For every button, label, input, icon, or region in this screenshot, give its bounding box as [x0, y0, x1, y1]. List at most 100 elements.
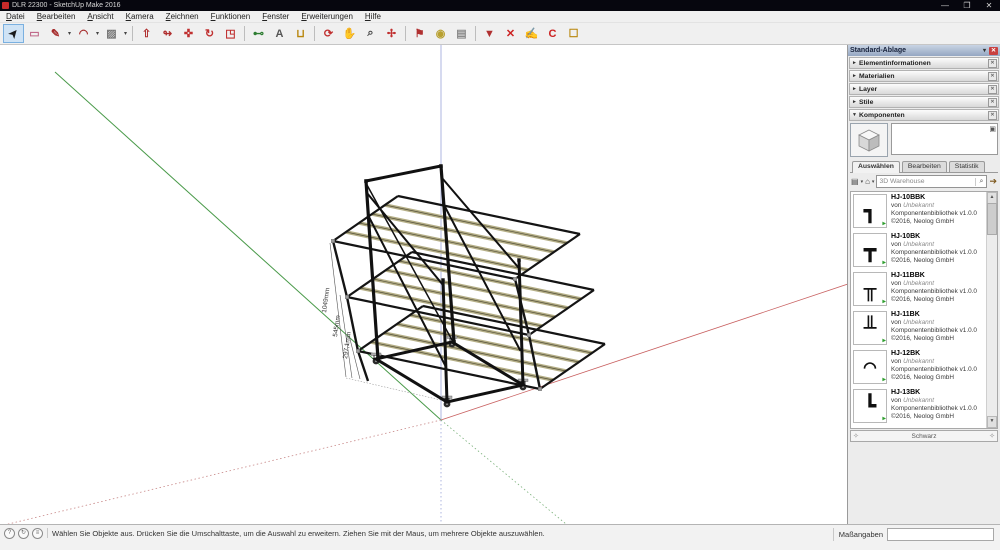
- select-tool[interactable]: ➤: [3, 24, 24, 43]
- section-close-icon[interactable]: ✕: [988, 111, 997, 120]
- menu-funktionen[interactable]: Funktionen: [205, 11, 257, 22]
- tab-bearbeiten[interactable]: Bearbeiten: [902, 161, 947, 172]
- eraser-tool[interactable]: ▭: [24, 24, 45, 43]
- dynamic-component-icon: ▶: [882, 299, 886, 305]
- zoom-tool[interactable]: ⌕: [360, 24, 381, 43]
- menu-fenster[interactable]: Fenster: [256, 11, 295, 22]
- rotate-tool[interactable]: ↻: [199, 24, 220, 43]
- section-close-icon[interactable]: ✕: [988, 85, 997, 94]
- section-close-icon[interactable]: ✕: [988, 59, 997, 68]
- dimension-icon: A: [276, 28, 284, 40]
- scroll-down-icon[interactable]: ▼: [987, 416, 997, 428]
- list-item[interactable]: ╥▶HJ-11BBKvon UnbekanntKomponentenbiblio…: [851, 270, 987, 309]
- section-layer[interactable]: ►Layer✕: [849, 83, 999, 95]
- window-controls: —❐✕: [934, 0, 1000, 11]
- line-tool-dropdown-icon[interactable]: ▾: [66, 30, 73, 37]
- section-elementinformationen[interactable]: ►Elementinformationen✕: [849, 57, 999, 69]
- plugin-note-button[interactable]: ✍: [521, 24, 542, 43]
- component-name: HJ-11BBK: [891, 272, 977, 280]
- section-materialien[interactable]: ►Materialien✕: [849, 70, 999, 82]
- list-item[interactable]: ┗▶HJ-13BKvon UnbekanntKomponentenbibliot…: [851, 387, 987, 426]
- rectangle-tool-dropdown-icon[interactable]: ▾: [122, 30, 129, 37]
- orbit-hint-icon[interactable]: ↻: [18, 528, 29, 539]
- search-icon[interactable]: ⌕: [975, 178, 986, 186]
- component-library: Komponentenbibliothek v1.0.0: [891, 405, 977, 413]
- list-scrollbar[interactable]: ▲ ▼: [986, 192, 997, 428]
- menu-hilfe[interactable]: Hilfe: [359, 11, 387, 22]
- warehouse-search-input[interactable]: 3D Warehouse ⌕: [876, 175, 987, 188]
- pushpull-tool[interactable]: ⇧: [136, 24, 157, 43]
- section-komponenten[interactable]: ▼ Komponenten ✕: [849, 109, 999, 121]
- menu-erweiterungen[interactable]: Erweiterungen: [295, 11, 359, 22]
- title-bar: DLR 22300 - SketchUp Make 2016 —❐✕: [0, 0, 1000, 11]
- pan-tool[interactable]: ✋: [339, 24, 360, 43]
- list-item[interactable]: ┓▶HJ-10BBKvon UnbekanntKomponentenbiblio…: [851, 192, 987, 231]
- plugin-delete-button[interactable]: ✕: [500, 24, 521, 43]
- home-caret-icon[interactable]: ▾: [872, 179, 875, 185]
- tray-close-icon[interactable]: ✕: [989, 47, 998, 55]
- eraser-icon: ▭: [29, 27, 39, 40]
- component-library: Komponentenbibliothek v1.0.0: [891, 366, 977, 374]
- arc-tool-dropdown-icon[interactable]: ▾: [94, 30, 101, 37]
- view-options-icon[interactable]: ▤: [851, 177, 859, 187]
- footer-next-icon[interactable]: ✧: [989, 432, 995, 441]
- maximize-button[interactable]: ❐: [956, 0, 978, 11]
- orbit-tool[interactable]: ⟳: [318, 24, 339, 43]
- component-thumbnail: ┗▶: [853, 389, 887, 423]
- section-close-icon[interactable]: ✕: [988, 98, 997, 107]
- minimize-button[interactable]: —: [934, 0, 956, 11]
- dimension-tool[interactable]: A: [269, 24, 290, 43]
- drawing-axes: [0, 45, 847, 524]
- move-tool[interactable]: ✜: [178, 24, 199, 43]
- rectangle-tool[interactable]: ▨: [101, 24, 122, 43]
- rectangle-icon: ▨: [106, 27, 116, 40]
- list-item[interactable]: ┳▶HJ-10BKvon UnbekanntKomponentenbibliot…: [851, 231, 987, 270]
- followme-tool[interactable]: ↬: [157, 24, 178, 43]
- section-stile[interactable]: ►Stile✕: [849, 96, 999, 108]
- toolbar-separator: [244, 26, 245, 41]
- list-item[interactable]: ╨▶HJ-11BKvon UnbekanntKomponentenbibliot…: [851, 309, 987, 348]
- view-options-caret-icon[interactable]: ▾: [861, 179, 864, 185]
- dynamic-component-icon: ▶: [882, 416, 886, 422]
- section-label: Layer: [859, 86, 877, 93]
- plugin-dropdown-icon: ▼: [484, 28, 495, 40]
- position-camera-tool[interactable]: ⚑: [409, 24, 430, 43]
- paint-bucket-tool[interactable]: ⊔: [290, 24, 311, 43]
- close-button[interactable]: ✕: [978, 0, 1000, 11]
- plugin-c-button[interactable]: C: [542, 24, 563, 43]
- component-name: HJ-13BK: [891, 389, 977, 397]
- menu-ansicht[interactable]: Ansicht: [81, 11, 119, 22]
- model-viewport[interactable]: 1049mm 545mm 297,1mm: [0, 45, 848, 524]
- orbit-icon: ⟳: [324, 27, 333, 40]
- menu-zeichnen[interactable]: Zeichnen: [160, 11, 205, 22]
- scale-tool[interactable]: ◳: [220, 24, 241, 43]
- tab-auswählen[interactable]: Auswählen: [852, 161, 900, 173]
- look-around-tool[interactable]: ◉: [430, 24, 451, 43]
- instructor-icon[interactable]: ≡: [32, 528, 43, 539]
- home-icon[interactable]: ⌂: [865, 177, 870, 187]
- measurements-input[interactable]: [887, 528, 994, 541]
- line-tool[interactable]: ✎: [45, 24, 66, 43]
- arc-tool[interactable]: ◠: [73, 24, 94, 43]
- scrollbar-thumb[interactable]: [987, 203, 997, 235]
- menu-datei[interactable]: Datei: [0, 11, 31, 22]
- navigate-arrow-icon[interactable]: ➔: [989, 176, 997, 187]
- tray-autohide-icon[interactable]: ▾: [980, 47, 989, 55]
- tape-measure-tool[interactable]: ⊷: [248, 24, 269, 43]
- list-item[interactable]: ◠▶HJ-12BKvon UnbekanntKomponentenbibliot…: [851, 348, 987, 387]
- plugin-dropdown-button[interactable]: ▼: [479, 24, 500, 43]
- menu-kamera[interactable]: Kamera: [120, 11, 160, 22]
- plugin-box-button[interactable]: ☐: [563, 24, 584, 43]
- cube-icon: [857, 128, 881, 152]
- component-name-icon[interactable]: ▣: [989, 125, 996, 133]
- line-icon: ✎: [51, 27, 60, 40]
- zoom-extents-tool[interactable]: ✢: [381, 24, 402, 43]
- tab-statistik[interactable]: Statistik: [949, 161, 985, 172]
- section-close-icon[interactable]: ✕: [988, 72, 997, 81]
- component-name-field[interactable]: ▣: [891, 123, 998, 155]
- plugin-delete-icon: ✕: [506, 27, 515, 40]
- help-icon[interactable]: ?: [4, 528, 15, 539]
- walk-tool[interactable]: ▤: [451, 24, 472, 43]
- menu-bearbeiten[interactable]: Bearbeiten: [31, 11, 82, 22]
- component-name: HJ-11BK: [891, 311, 977, 319]
